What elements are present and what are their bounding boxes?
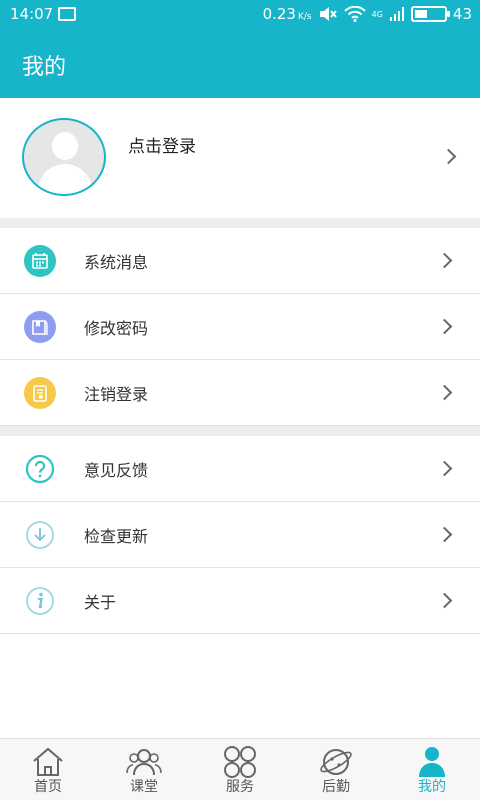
status-right: 0.23 K/s 4G 43 [263, 5, 472, 23]
chevron-right-icon [436, 526, 453, 543]
tab-label: 后勤 [322, 779, 350, 795]
section-divider [0, 218, 480, 228]
chevron-right-icon [436, 460, 453, 477]
app-bar: 我的 [0, 30, 480, 98]
wifi-icon [343, 6, 366, 22]
download-icon [24, 519, 56, 551]
mute-icon [319, 7, 337, 21]
section-divider [0, 426, 480, 436]
avatar [22, 118, 106, 196]
chevron-right-icon [436, 592, 453, 609]
signal-icon [389, 7, 404, 21]
profile-login-row[interactable]: 点击登录 [0, 98, 480, 218]
login-label: 点击登录 [128, 137, 196, 157]
tab-label: 我的 [418, 779, 446, 795]
menu-item-label: 意见反馈 [84, 461, 149, 480]
menu-item-label: 修改密码 [84, 319, 149, 338]
tab-logistics[interactable]: 后勤 [288, 739, 384, 800]
chevron-right-icon [436, 384, 453, 401]
image-notification-icon [58, 7, 76, 21]
page-title: 我的 [22, 55, 67, 80]
grid-icon [224, 746, 256, 778]
tab-label: 课堂 [130, 779, 158, 795]
tab-services[interactable]: 服务 [192, 739, 288, 800]
network-speed: 0.23 K/s [262, 5, 312, 23]
person-icon [419, 747, 445, 777]
battery-percent: 43 [452, 5, 472, 23]
document-icon [24, 377, 56, 409]
tab-classroom[interactable]: 课堂 [96, 739, 192, 800]
menu-item-feedback[interactable]: 意见反馈 [0, 436, 480, 502]
menu-item-logout[interactable]: 注销登录 [0, 360, 480, 426]
tab-mine[interactable]: 我的 [384, 739, 480, 800]
planet-icon [320, 749, 352, 775]
book-icon [24, 311, 56, 343]
menu-item-about[interactable]: 关于 [0, 568, 480, 634]
battery-icon [410, 6, 450, 22]
home-icon [33, 747, 63, 776]
status-time: 14:07 [10, 5, 54, 23]
calendar-icon [24, 245, 56, 277]
network-type: 4G [371, 9, 383, 19]
menu-item-check-update[interactable]: 检查更新 [0, 502, 480, 568]
menu-item-label: 关于 [84, 593, 117, 612]
status-bar: 14:07 0.23 K/s 4G 43 [0, 0, 480, 30]
menu-item-label: 系统消息 [84, 253, 149, 272]
chevron-right-icon [436, 252, 453, 269]
bottom-tab-bar: 首页 课堂 服务 后勤 我的 [0, 738, 480, 800]
question-icon [24, 453, 56, 485]
menu-item-label: 注销登录 [84, 385, 149, 404]
tab-label: 服务 [226, 779, 254, 795]
menu-item-label: 检查更新 [84, 527, 149, 546]
people-icon [126, 749, 162, 776]
menu-item-system-messages[interactable]: 系统消息 [0, 228, 480, 294]
tab-label: 首页 [34, 779, 62, 795]
info-icon [24, 585, 56, 617]
chevron-right-icon [436, 318, 453, 335]
menu-item-change-password[interactable]: 修改密码 [0, 294, 480, 360]
chevron-right-icon [440, 148, 457, 165]
tab-home[interactable]: 首页 [0, 739, 96, 800]
